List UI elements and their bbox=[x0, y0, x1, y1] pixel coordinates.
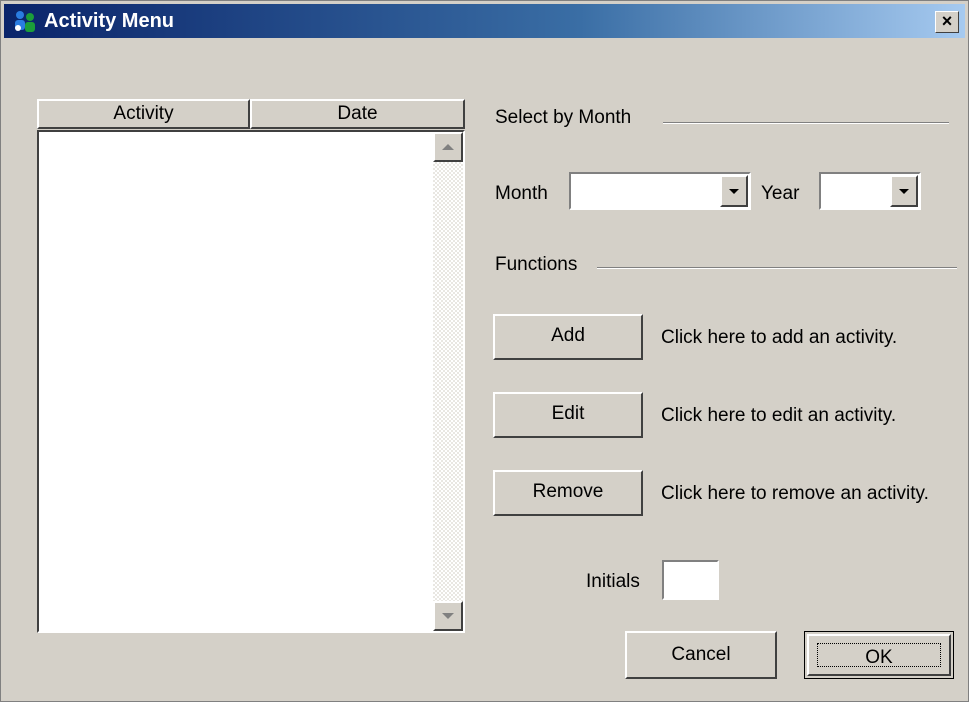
group-divider bbox=[663, 122, 949, 124]
functions-label: Functions bbox=[495, 254, 578, 275]
initials-label: Initials bbox=[586, 571, 640, 592]
vertical-scrollbar[interactable] bbox=[433, 132, 463, 631]
edit-button[interactable]: Edit bbox=[493, 392, 643, 438]
cancel-button[interactable]: Cancel bbox=[625, 631, 777, 679]
month-dropdown[interactable] bbox=[569, 172, 751, 210]
dropdown-arrow-icon bbox=[899, 188, 909, 194]
column-header-activity[interactable]: Activity bbox=[37, 99, 250, 129]
cancel-button-label: Cancel bbox=[671, 644, 731, 665]
close-button[interactable]: × bbox=[935, 11, 959, 33]
year-label: Year bbox=[761, 183, 800, 204]
column-header-label: Activity bbox=[113, 103, 174, 124]
dropdown-arrow-icon bbox=[729, 188, 739, 194]
activity-list[interactable] bbox=[37, 130, 465, 633]
ok-button-frame: OK bbox=[807, 634, 951, 676]
scroll-down-button[interactable] bbox=[433, 601, 463, 631]
add-button[interactable]: Add bbox=[493, 314, 643, 360]
ok-button-label: OK bbox=[865, 647, 893, 668]
close-icon: × bbox=[941, 11, 953, 31]
column-header-label: Date bbox=[337, 103, 378, 124]
scroll-up-arrow-icon bbox=[442, 144, 454, 150]
group-divider bbox=[597, 267, 957, 269]
title-bar[interactable]: Activity Menu × bbox=[4, 4, 965, 38]
month-label: Month bbox=[495, 183, 548, 204]
month-dropdown-button[interactable] bbox=[720, 175, 748, 207]
window-title: Activity Menu bbox=[44, 10, 175, 32]
edit-hint: Click here to edit an activity. bbox=[661, 405, 897, 426]
edit-button-label: Edit bbox=[551, 403, 585, 424]
select-by-month-label: Select by Month bbox=[495, 107, 632, 128]
activity-menu-window: Activity Menu × Activity Date Select by … bbox=[0, 0, 969, 702]
column-header-date[interactable]: Date bbox=[250, 99, 465, 129]
people-app-icon bbox=[15, 11, 35, 32]
add-hint: Click here to add an activity. bbox=[661, 327, 898, 348]
ok-button[interactable]: OK bbox=[804, 631, 954, 679]
add-button-label: Add bbox=[551, 325, 585, 346]
year-dropdown[interactable] bbox=[819, 172, 921, 210]
year-dropdown-button[interactable] bbox=[890, 175, 918, 207]
remove-button-label: Remove bbox=[532, 481, 604, 502]
ok-button-focus: OK bbox=[817, 643, 941, 668]
remove-hint: Click here to remove an activity. bbox=[661, 483, 929, 504]
scroll-down-arrow-icon bbox=[442, 613, 454, 619]
initials-field[interactable] bbox=[662, 560, 719, 600]
remove-button[interactable]: Remove bbox=[493, 470, 643, 516]
scroll-up-button[interactable] bbox=[433, 132, 463, 162]
